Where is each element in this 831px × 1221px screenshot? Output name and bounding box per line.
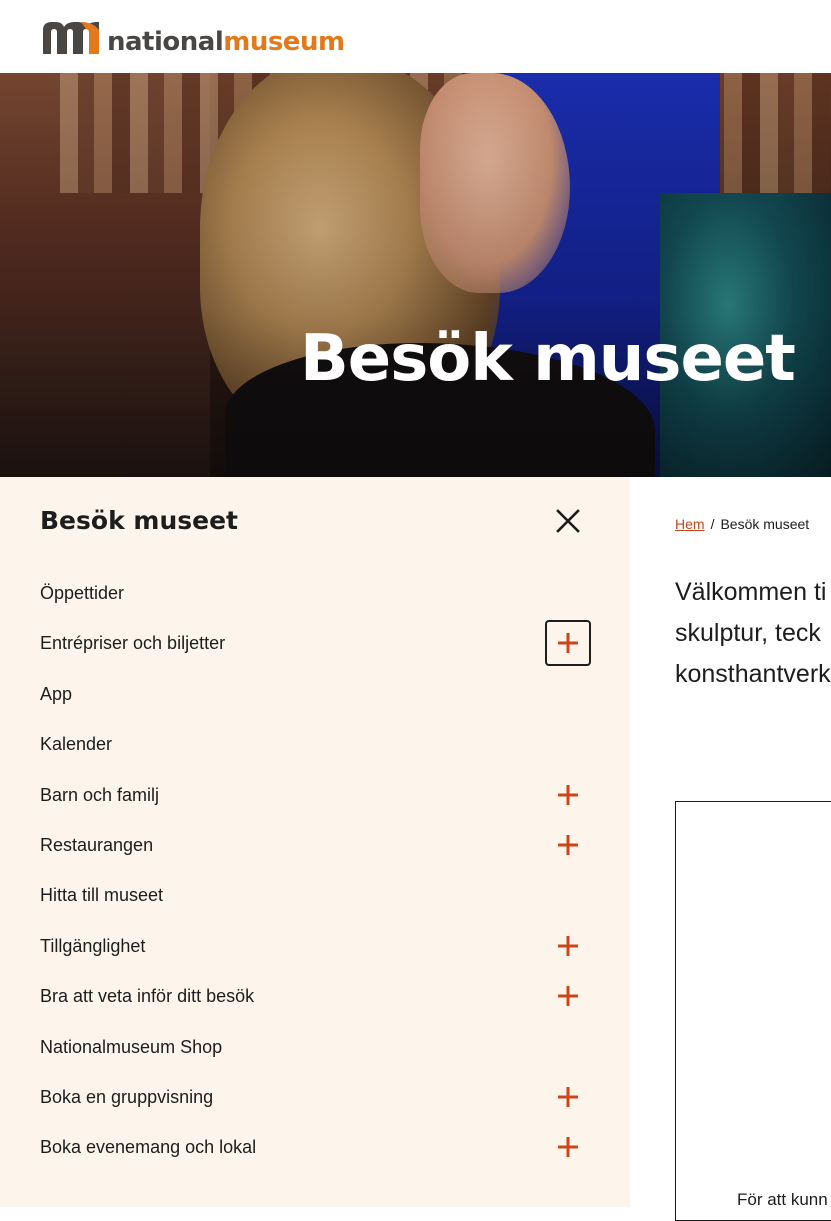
sidebar-nav-item[interactable]: Hitta till museet xyxy=(40,875,590,915)
sidebar-nav-item[interactable]: Kalender xyxy=(40,724,590,764)
sidebar-nav-item-label[interactable]: Restaurangen xyxy=(40,833,153,857)
logo-m-icon xyxy=(43,22,99,54)
expand-button[interactable] xyxy=(545,1074,591,1120)
embedded-content-frame xyxy=(675,801,831,1221)
plus-icon xyxy=(558,1137,578,1157)
logo-text-museum: museum xyxy=(223,27,345,57)
plus-icon xyxy=(558,986,578,1006)
intro-text: Välkommen ti skulptur, teck konsthantver… xyxy=(675,572,831,695)
intro-line: skulptur, teck xyxy=(675,619,821,647)
sidebar-nav-item[interactable]: Restaurangen xyxy=(40,825,590,865)
sidebar-nav-item-label[interactable]: Boka evenemang och lokal xyxy=(40,1135,256,1159)
nationalmuseum-logo[interactable]: nationalmuseum xyxy=(41,16,345,56)
expand-button[interactable] xyxy=(545,822,591,868)
breadcrumb: Hem / Besök museet xyxy=(675,514,809,534)
sidebar-nav-item-label[interactable]: Hitta till museet xyxy=(40,883,163,907)
plus-icon xyxy=(558,835,578,855)
sidebar-nav-item-label[interactable]: Barn och familj xyxy=(40,783,159,807)
expand-button[interactable] xyxy=(545,772,591,818)
expand-button[interactable] xyxy=(545,1124,591,1170)
breadcrumb-home-link[interactable]: Hem xyxy=(675,516,705,532)
logo-wordmark: nationalmuseum xyxy=(107,29,345,56)
expand-button[interactable] xyxy=(545,923,591,969)
sidebar-nav-item[interactable]: Entrépriser och biljetter xyxy=(40,620,591,666)
embedded-content-notice: För att kunn xyxy=(737,1190,828,1209)
breadcrumb-current: Besök museet xyxy=(720,516,810,532)
breadcrumb-separator: / xyxy=(710,516,715,532)
sidebar-nav-item-label[interactable]: Kalender xyxy=(40,732,112,756)
site-header: nationalmuseum xyxy=(0,0,831,73)
plus-icon xyxy=(558,633,578,653)
logo-text-national: national xyxy=(107,27,224,57)
sidebar-nav-item-label[interactable]: Entrépriser och biljetter xyxy=(40,631,225,655)
hero-photo-overlay xyxy=(0,73,831,477)
section-nav-title: Besök museet xyxy=(40,506,238,535)
intro-line: konsthantverk xyxy=(675,660,831,688)
sidebar-nav-item[interactable]: Bra att veta inför ditt besök xyxy=(40,976,590,1016)
sidebar-nav-item-label[interactable]: Tillgänglighet xyxy=(40,934,145,958)
close-nav-button[interactable] xyxy=(550,503,586,539)
sidebar-nav-item[interactable]: Boka evenemang och lokal xyxy=(40,1127,590,1167)
intro-line: Välkommen ti xyxy=(675,578,827,606)
expand-button[interactable] xyxy=(545,620,591,666)
sidebar-nav-item-label[interactable]: Boka en gruppvisning xyxy=(40,1085,213,1109)
sidebar-nav-item[interactable]: Boka en gruppvisning xyxy=(40,1077,590,1117)
hero-banner: Besök museet xyxy=(0,73,831,477)
sidebar-nav-item-label[interactable]: Bra att veta inför ditt besök xyxy=(40,984,254,1008)
sidebar-nav-item[interactable]: Nationalmuseum Shop xyxy=(40,1027,590,1067)
plus-icon xyxy=(558,1087,578,1107)
sidebar-nav-item-label[interactable]: Öppettider xyxy=(40,581,124,605)
plus-icon xyxy=(558,785,578,805)
expand-button[interactable] xyxy=(545,973,591,1019)
hero-title: Besök museet xyxy=(300,322,796,396)
plus-icon xyxy=(558,936,578,956)
sidebar-nav-item-label[interactable]: Nationalmuseum Shop xyxy=(40,1035,222,1059)
sidebar-nav-item[interactable]: Tillgänglighet xyxy=(40,926,590,966)
sidebar-nav-item[interactable]: Öppettider xyxy=(40,573,590,613)
sidebar-nav-item[interactable]: App xyxy=(40,674,590,714)
sidebar-nav-item[interactable]: Barn och familj xyxy=(40,775,590,815)
sidebar-nav-item-label[interactable]: App xyxy=(40,682,72,706)
close-icon xyxy=(556,509,580,533)
